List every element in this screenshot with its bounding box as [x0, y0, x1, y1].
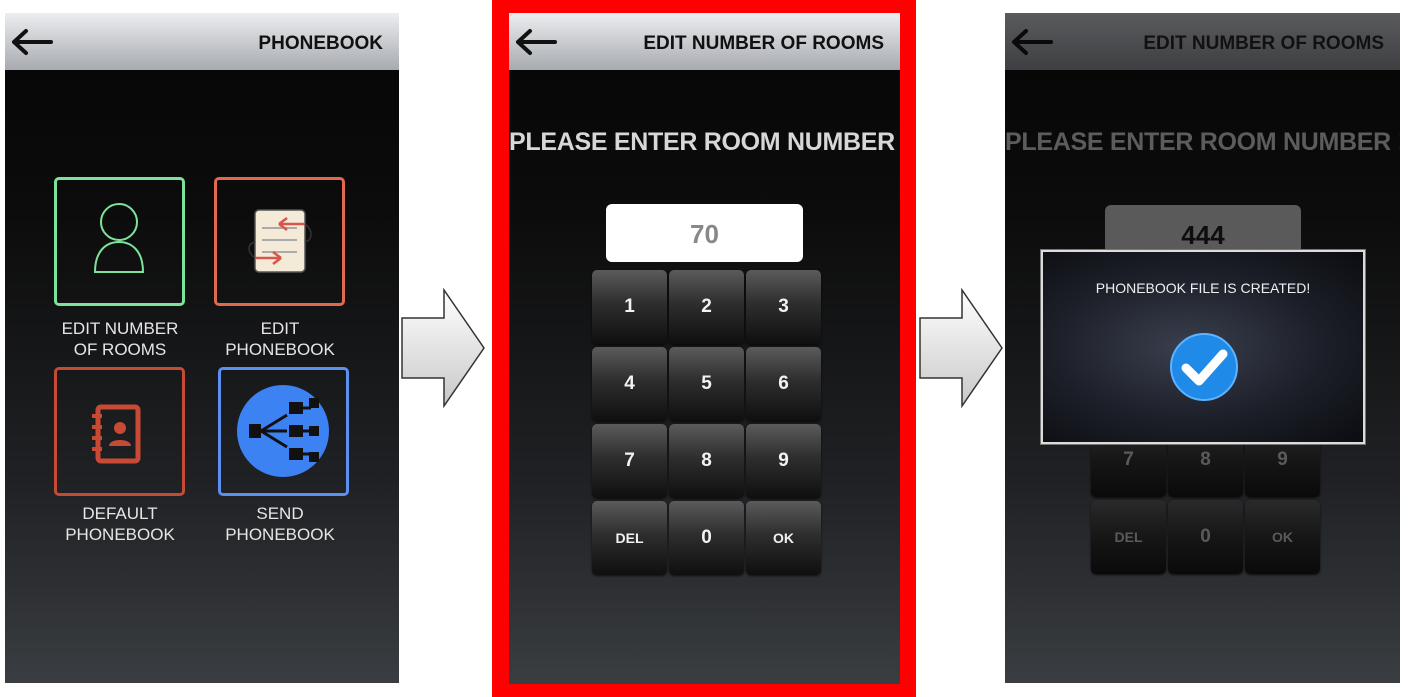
numeric-keypad: 1 2 3 4 5 6 7 8 9 DEL 0 OK [592, 270, 822, 575]
key-9[interactable]: 9 [746, 424, 821, 498]
check-circle-icon [1170, 333, 1238, 401]
key-7[interactable]: 7 [592, 424, 667, 498]
ok-key: OK [1245, 500, 1320, 574]
share-send-icon [237, 385, 329, 477]
default-phonebook-tile[interactable] [54, 367, 185, 496]
dialog-message: PHONEBOOK FILE IS CREATED! [1095, 280, 1311, 296]
page-title: EDIT NUMBER OF ROOMS [1143, 33, 1384, 54]
ok-key[interactable]: OK [746, 501, 821, 575]
room-number-input[interactable]: 70 [606, 204, 803, 262]
back-arrow-icon[interactable] [515, 27, 557, 57]
edit-phonebook-label: EDIT PHONEBOOK [225, 319, 335, 359]
flow-arrow-icon [919, 288, 1003, 408]
send-phonebook-label: SEND PHONEBOOK [225, 504, 335, 544]
top-bar: EDIT NUMBER OF ROOMS [1005, 13, 1400, 70]
back-arrow-icon[interactable] [11, 27, 53, 57]
room-number-prompt: PLEASE ENTER ROOM NUMBER ! [1005, 128, 1400, 156]
delete-key: DEL [1091, 500, 1166, 574]
edit-number-of-rooms-tile[interactable] [54, 177, 185, 306]
key-6[interactable]: 6 [746, 347, 821, 421]
page-title: PHONEBOOK [258, 33, 383, 54]
phonebook-created-screen: EDIT NUMBER OF ROOMS PLEASE ENTER ROOM N… [1005, 13, 1400, 683]
default-phonebook-label: DEFAULT PHONEBOOK [65, 504, 175, 544]
key-0: 0 [1168, 500, 1243, 574]
key-0[interactable]: 0 [669, 501, 744, 575]
room-number-prompt: PLEASE ENTER ROOM NUMBER ! [509, 128, 900, 156]
send-phonebook-tile[interactable] [218, 367, 349, 496]
flow-arrow-icon [401, 288, 485, 408]
key-1[interactable]: 1 [592, 270, 667, 344]
top-bar: PHONEBOOK [5, 13, 399, 70]
top-bar: EDIT NUMBER OF ROOMS [509, 13, 900, 70]
edit-number-of-rooms-label: EDIT NUMBER OF ROOMS [61, 319, 179, 359]
key-4[interactable]: 4 [592, 347, 667, 421]
key-3[interactable]: 3 [746, 270, 821, 344]
edit-rooms-screen: EDIT NUMBER OF ROOMS PLEASE ENTER ROOM N… [509, 13, 900, 684]
edit-phonebook-tile[interactable] [214, 177, 345, 306]
delete-key[interactable]: DEL [592, 501, 667, 575]
edit-document-icon [248, 209, 312, 273]
key-5[interactable]: 5 [669, 347, 744, 421]
numeric-keypad: 7 8 9 DEL 0 OK [1091, 423, 1321, 574]
key-8[interactable]: 8 [669, 424, 744, 498]
user-icon [93, 203, 145, 273]
back-arrow-icon[interactable] [1011, 27, 1053, 57]
contact-book-icon [92, 404, 141, 464]
page-title: EDIT NUMBER OF ROOMS [643, 33, 884, 54]
success-dialog[interactable]: PHONEBOOK FILE IS CREATED! [1040, 249, 1366, 445]
phonebook-screen: PHONEBOOK EDIT NUMBER OF ROOMS EDIT PHON… [5, 13, 399, 683]
key-2[interactable]: 2 [669, 270, 744, 344]
